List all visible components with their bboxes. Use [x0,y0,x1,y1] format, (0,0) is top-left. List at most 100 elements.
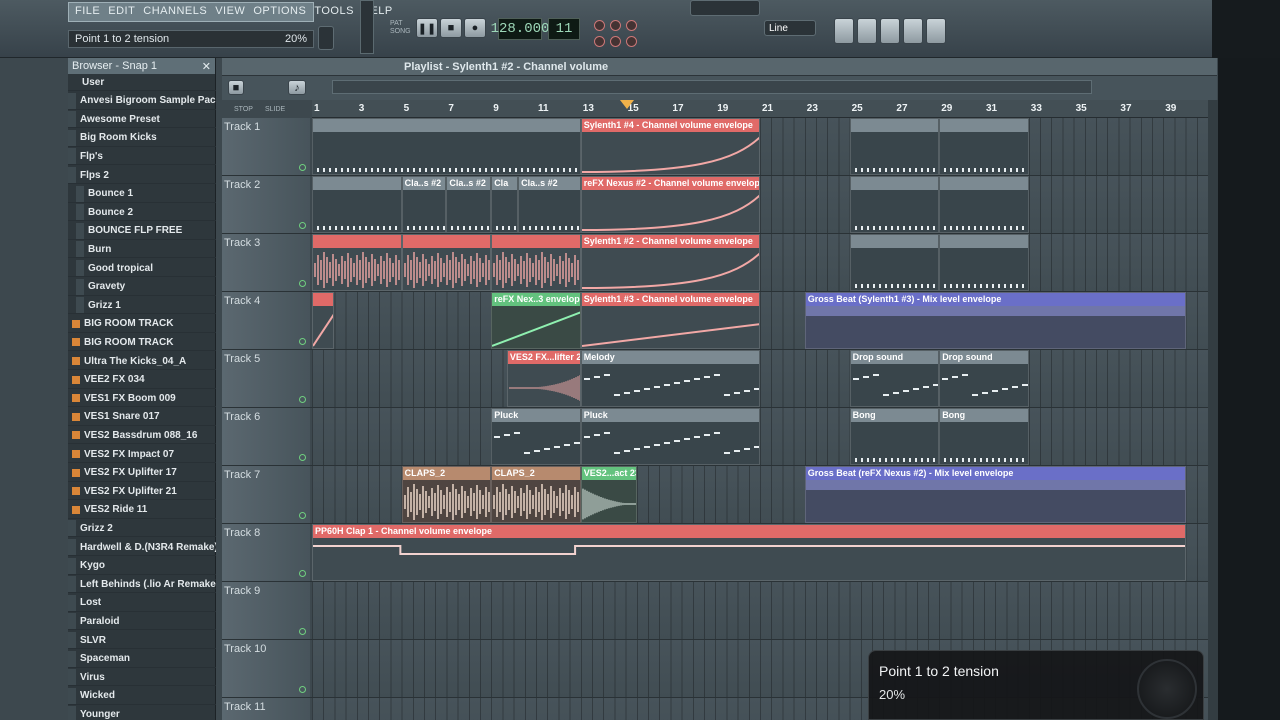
track-header[interactable]: Track 6 [222,408,310,465]
track-header[interactable]: Track 10 [222,640,310,697]
track-header[interactable]: Track 8 [222,524,310,581]
browser-item[interactable]: Flp's [68,148,216,166]
track-enable-icon[interactable] [299,280,306,287]
pattern-clip[interactable]: Cla..s #2 [446,176,492,233]
browser-item[interactable]: VES2 FX Uplifter 21 [68,483,216,501]
browser-item[interactable]: VES2 FX Uplifter 17 [68,465,216,482]
browser-item[interactable]: Awesome Preset [68,111,216,129]
track-header[interactable]: Track 3 [222,234,310,291]
pattern-clip[interactable]: CLAPS_2 [491,466,581,523]
pattern-clip[interactable] [939,234,1029,291]
vertical-scroll-arrows[interactable] [318,26,334,50]
note-icon[interactable]: ♪ [288,80,306,95]
pattern-clip[interactable] [939,118,1029,175]
pattern-clip[interactable]: Sylenth1 #2 - Channel volume envelope [580,234,760,291]
track-enable-icon[interactable] [299,164,306,171]
pattern-clip[interactable]: Drop sound [939,350,1029,407]
time-ruler[interactable]: 1357911131517192123252729313335373941 [312,100,1221,118]
browser-item[interactable]: Wicked [68,687,216,705]
pattern-clip[interactable]: Pluck [580,408,760,465]
master-volume-slider[interactable] [360,0,374,54]
pattern-clip[interactable] [491,234,581,291]
track-header[interactable]: Track 1 [222,118,310,175]
track-header[interactable]: Track 4 [222,292,310,349]
pattern-clip[interactable]: reFX Nex..3 envelope [491,292,581,349]
menu-item-file[interactable]: FILE [75,5,100,19]
close-icon[interactable]: ✕ [202,60,211,73]
track-enable-icon[interactable] [299,222,306,229]
pattern-clip[interactable]: CLAPS_2 [401,466,492,523]
browser-item[interactable]: Big Room Kicks [68,129,216,147]
pattern-clip[interactable]: Melody [580,350,760,407]
browser-item[interactable]: VES1 FX Boom 009 [68,390,216,408]
browser-item[interactable]: Spaceman [68,650,216,668]
pattern-clip[interactable] [312,292,335,349]
pattern-clip[interactable]: reFX Nexus #2 - Channel volume envelope [580,176,760,233]
stop-button[interactable]: ■ [440,18,462,38]
track-grid[interactable] [312,582,1208,639]
browser-item[interactable]: Ultra The Kicks_04_A [68,353,216,370]
pattern-clip[interactable]: Cla..s #2 [401,176,447,233]
browser-item[interactable]: BIG ROOM TRACK [68,334,216,352]
browser-item[interactable]: Flps 2 [68,167,216,184]
stop-slide-toggles[interactable]: STOP SLIDE [222,100,312,118]
pattern-clip[interactable] [401,234,492,291]
browser-item[interactable]: Bounce 1 [68,185,216,203]
tempo-display[interactable]: 128.000 [491,18,549,40]
menu-item-options[interactable]: OPTIONS [253,5,306,19]
pattern-display[interactable]: 11 [548,18,580,40]
pattern-clip[interactable]: Pluck [491,408,581,465]
pattern-clip[interactable]: Sylenth1 #3 - Channel volume envelope [580,292,760,349]
pattern-clip[interactable]: Bong [849,408,940,465]
playhead-marker[interactable] [620,100,634,109]
snap-select[interactable]: Line [764,20,816,36]
browser-item[interactable]: Gravety [68,278,216,296]
track-header[interactable]: Track 7 [222,466,310,523]
browser-item[interactable]: Kygo [68,557,216,575]
browser-item[interactable]: Bounce 2 [68,204,216,222]
pattern-clip[interactable] [312,234,402,291]
browser-item[interactable]: Good tropical [68,260,216,277]
browser-item[interactable]: VES2 Bassdrum 088_16 [68,427,216,445]
track-enable-icon[interactable] [299,686,306,693]
pattern-clip[interactable]: VES2...act 23 [580,466,637,523]
browser-item[interactable]: VEE2 FX 034 [68,372,216,389]
pattern-clip[interactable]: Sylenth1 #4 - Channel volume envelope [580,118,760,175]
pattern-clip[interactable]: VES2 FX...lifter 21 [506,350,581,407]
track-header[interactable]: Track 11 [222,698,310,720]
browser-item[interactable]: Burn [68,241,216,259]
pattern-clip[interactable] [849,234,940,291]
browser-item[interactable]: Virus [68,669,216,687]
menu-item-edit[interactable]: EDIT [108,5,135,19]
pattern-clip[interactable] [312,176,402,233]
menu-item-channels[interactable]: CHANNELS [143,5,207,19]
browser-item[interactable]: Lost [68,594,216,612]
pattern-clip[interactable] [312,118,581,175]
playlist-title[interactable]: Playlist - Sylenth1 #2 - Channel volume [398,58,788,76]
menu-item-view[interactable]: VIEW [215,5,245,19]
pattern-clip[interactable] [939,176,1029,233]
pat-song-switch[interactable]: PAT SONG [390,20,416,36]
track-enable-icon[interactable] [299,628,306,635]
window-shortcut-buttons[interactable] [834,18,954,46]
record-button[interactable]: ● [464,18,486,38]
play-button[interactable]: ❚❚ [416,18,438,38]
track-header[interactable]: Track 2 [222,176,310,233]
browser-item[interactable]: VES1 Snare 017 [68,409,216,426]
menu-item-tools[interactable]: TOOLS [314,5,354,19]
browser-item[interactable]: Anvesi Bigroom Sample Pack [68,92,216,110]
stop-toggle[interactable]: STOP [234,106,253,113]
horizontal-scrollbar[interactable] [332,80,1092,94]
pattern-clip[interactable] [849,118,940,175]
browser-item[interactable]: Left Behinds (.lio Ar Remake) [68,576,216,594]
track-enable-icon[interactable] [299,338,306,345]
track-enable-icon[interactable] [299,396,306,403]
browser-item[interactable]: SLVR [68,632,216,649]
browser-item[interactable]: VES2 FX Impact 07 [68,446,216,463]
track-enable-icon[interactable] [299,512,306,519]
option-buttons[interactable] [592,18,672,52]
track-enable-icon[interactable] [299,570,306,577]
pattern-clip[interactable]: Bong [939,408,1029,465]
pattern-clip[interactable]: Cla [491,176,519,233]
track-enable-icon[interactable] [299,454,306,461]
